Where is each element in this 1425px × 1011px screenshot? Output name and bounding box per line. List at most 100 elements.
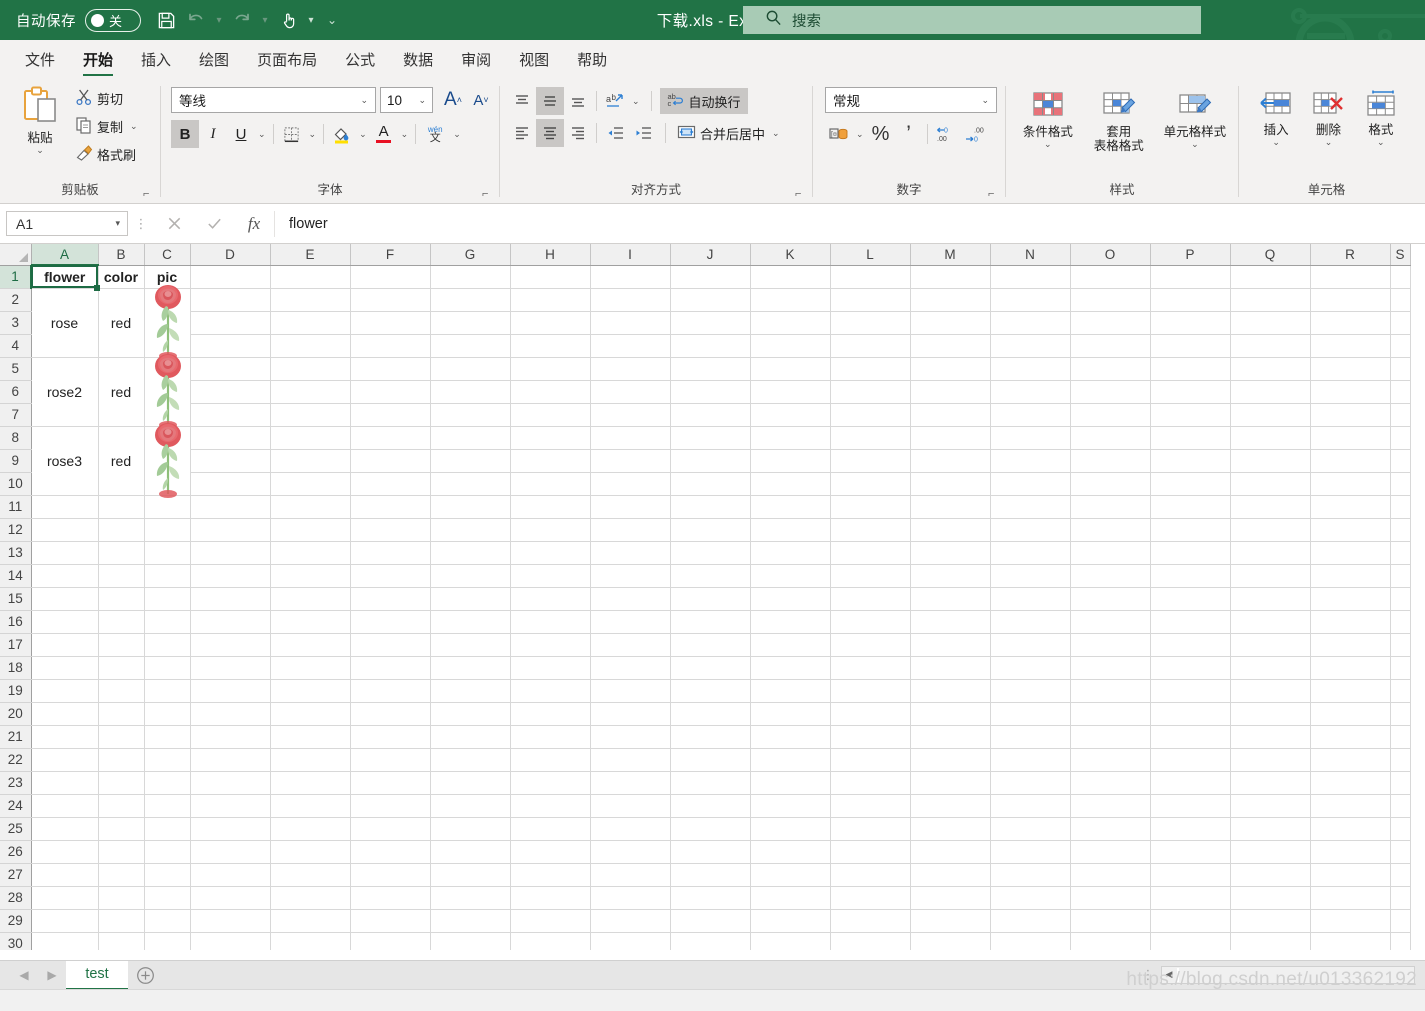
cell-D18[interactable]: [190, 656, 270, 679]
cell-B20[interactable]: [98, 702, 144, 725]
cell-J5[interactable]: [670, 357, 750, 380]
cell-G19[interactable]: [430, 679, 510, 702]
cell-K15[interactable]: [750, 587, 830, 610]
cell-M10[interactable]: [910, 472, 990, 495]
cell-P5[interactable]: [1150, 357, 1230, 380]
cell-F24[interactable]: [350, 794, 430, 817]
cell-P2[interactable]: [1150, 288, 1230, 311]
cell-E20[interactable]: [270, 702, 350, 725]
fill-color-button[interactable]: [328, 120, 356, 148]
cell-E16[interactable]: [270, 610, 350, 633]
cell-P15[interactable]: [1150, 587, 1230, 610]
cell-F21[interactable]: [350, 725, 430, 748]
cell-P18[interactable]: [1150, 656, 1230, 679]
cell-J22[interactable]: [670, 748, 750, 771]
row-header-3[interactable]: 3: [0, 311, 31, 334]
cell-I8[interactable]: [590, 426, 670, 449]
cell-J23[interactable]: [670, 771, 750, 794]
cell-N16[interactable]: [990, 610, 1070, 633]
cell-J10[interactable]: [670, 472, 750, 495]
cell-H15[interactable]: [510, 587, 590, 610]
cell-M6[interactable]: [910, 380, 990, 403]
cell-P21[interactable]: [1150, 725, 1230, 748]
cell-N27[interactable]: [990, 863, 1070, 886]
cell-R4[interactable]: [1310, 334, 1390, 357]
cell-S20[interactable]: [1390, 702, 1410, 725]
cell-K24[interactable]: [750, 794, 830, 817]
cell-B14[interactable]: [98, 564, 144, 587]
cell-M28[interactable]: [910, 886, 990, 909]
cell-K18[interactable]: [750, 656, 830, 679]
cell-N23[interactable]: [990, 771, 1070, 794]
cell-F27[interactable]: [350, 863, 430, 886]
cell-G24[interactable]: [430, 794, 510, 817]
align-top-button[interactable]: [508, 87, 536, 115]
cell-E30[interactable]: [270, 932, 350, 950]
cell-P19[interactable]: [1150, 679, 1230, 702]
cell-F28[interactable]: [350, 886, 430, 909]
tab-data[interactable]: 数据: [390, 44, 446, 78]
accounting-caret[interactable]: ⌄: [853, 129, 867, 140]
cell-N29[interactable]: [990, 909, 1070, 932]
cell-L5[interactable]: [830, 357, 910, 380]
cell-A28[interactable]: [31, 886, 98, 909]
cell-J28[interactable]: [670, 886, 750, 909]
cell-I2[interactable]: [590, 288, 670, 311]
cell-N26[interactable]: [990, 840, 1070, 863]
cell-F9[interactable]: [350, 449, 430, 472]
cell-P22[interactable]: [1150, 748, 1230, 771]
cell-F13[interactable]: [350, 541, 430, 564]
cell-P8[interactable]: [1150, 426, 1230, 449]
tab-page-layout[interactable]: 页面布局: [244, 44, 330, 78]
cell-I16[interactable]: [590, 610, 670, 633]
cell-H4[interactable]: [510, 334, 590, 357]
cell-A12[interactable]: [31, 518, 98, 541]
cell-Q29[interactable]: [1230, 909, 1310, 932]
cell-O7[interactable]: [1070, 403, 1150, 426]
cell-K21[interactable]: [750, 725, 830, 748]
col-header-K[interactable]: K: [750, 244, 830, 265]
cell-G11[interactable]: [430, 495, 510, 518]
row-header-7[interactable]: 7: [0, 403, 31, 426]
fx-icon[interactable]: fx: [234, 211, 274, 237]
align-bottom-button[interactable]: [564, 87, 592, 115]
cell-I9[interactable]: [590, 449, 670, 472]
col-header-B[interactable]: B: [98, 244, 144, 265]
cell-D16[interactable]: [190, 610, 270, 633]
cell-O11[interactable]: [1070, 495, 1150, 518]
cell-H27[interactable]: [510, 863, 590, 886]
cell-D19[interactable]: [190, 679, 270, 702]
cell-C16[interactable]: [144, 610, 190, 633]
cell-S13[interactable]: [1390, 541, 1410, 564]
cell-C17[interactable]: [144, 633, 190, 656]
cell-A22[interactable]: [31, 748, 98, 771]
cell-L27[interactable]: [830, 863, 910, 886]
align-right-button[interactable]: [564, 119, 592, 147]
cell-G29[interactable]: [430, 909, 510, 932]
cell-E8[interactable]: [270, 426, 350, 449]
cell-D23[interactable]: [190, 771, 270, 794]
number-dialog-launcher[interactable]: ⌐: [988, 189, 999, 200]
cell-H25[interactable]: [510, 817, 590, 840]
col-header-C[interactable]: C: [144, 244, 190, 265]
cell-A30[interactable]: [31, 932, 98, 950]
paste-dropdown-caret[interactable]: ⌄: [36, 146, 44, 155]
cell-L19[interactable]: [830, 679, 910, 702]
cell-Q17[interactable]: [1230, 633, 1310, 656]
conditional-formatting-caret[interactable]: ⌄: [1044, 140, 1052, 149]
cell-C15[interactable]: [144, 587, 190, 610]
cell-R21[interactable]: [1310, 725, 1390, 748]
cell-J29[interactable]: [670, 909, 750, 932]
col-header-M[interactable]: M: [910, 244, 990, 265]
decrease-indent-button[interactable]: [601, 119, 629, 147]
align-center-button[interactable]: [536, 119, 564, 147]
cell-J12[interactable]: [670, 518, 750, 541]
cell-N5[interactable]: [990, 357, 1070, 380]
orientation-button[interactable]: ab: [601, 87, 629, 115]
cell-P24[interactable]: [1150, 794, 1230, 817]
cell-M17[interactable]: [910, 633, 990, 656]
cell-H11[interactable]: [510, 495, 590, 518]
cell-Q7[interactable]: [1230, 403, 1310, 426]
row-header-19[interactable]: 19: [0, 679, 31, 702]
cell-M27[interactable]: [910, 863, 990, 886]
